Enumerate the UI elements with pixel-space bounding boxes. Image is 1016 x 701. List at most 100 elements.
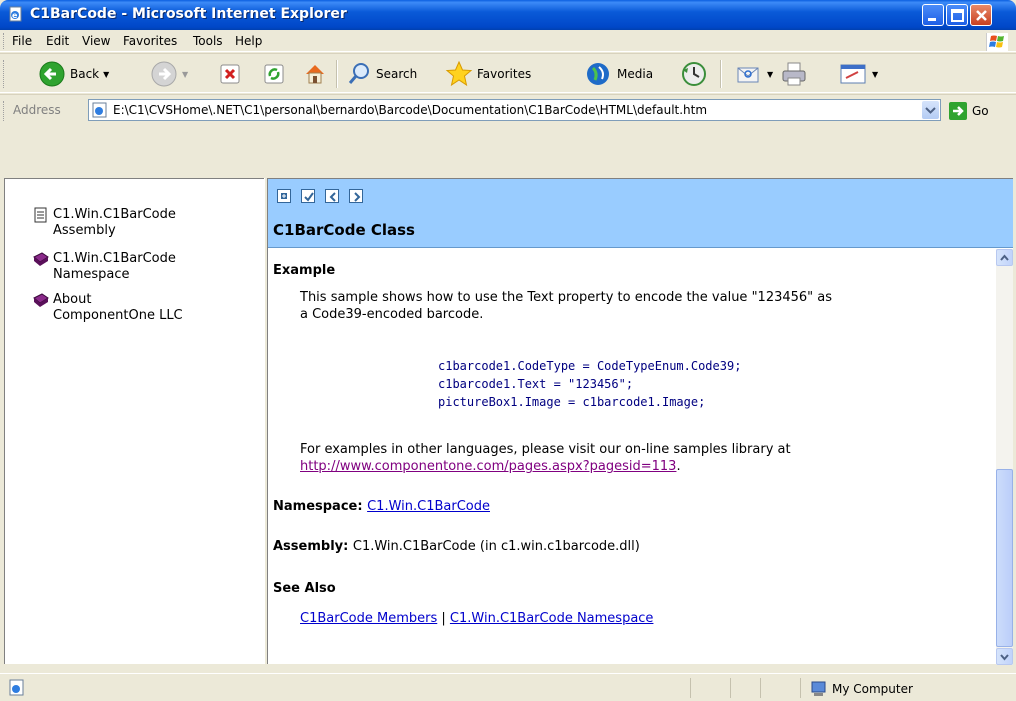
address-bar: Address E:\C1\CVSHome\.NET\C1\personal\b…: [0, 94, 1016, 124]
edit-button[interactable]: ▼: [838, 58, 878, 90]
search-label: Search: [376, 67, 418, 81]
go-arrow-icon: [949, 102, 967, 120]
book-icon: [33, 293, 49, 307]
print-button[interactable]: [780, 58, 808, 90]
book-icon: [33, 252, 49, 266]
status-cell: [730, 678, 760, 698]
members-link[interactable]: C1BarCode Members: [300, 611, 437, 626]
menu-help[interactable]: Help: [235, 34, 262, 48]
next-topic-icon[interactable]: [349, 189, 363, 203]
doc-header-toolbar: [277, 189, 363, 203]
windows-logo-icon: [986, 33, 1008, 51]
menu-favorites[interactable]: Favorites: [123, 34, 177, 48]
refresh-icon: [264, 64, 284, 84]
minimize-button[interactable]: [922, 4, 944, 26]
forward-button[interactable]: ▼: [150, 58, 188, 90]
window-title: C1BarCode - Microsoft Internet Explorer: [30, 6, 347, 22]
minimize-icon: [928, 18, 936, 21]
namespace-link[interactable]: C1.Win.C1BarCode: [367, 499, 490, 514]
close-icon: [976, 10, 987, 21]
example-text-line: This sample shows how to use the Text pr…: [300, 290, 833, 305]
edit-dropdown-icon[interactable]: ▼: [872, 70, 878, 79]
edit-page-icon: [840, 64, 866, 84]
menu-view[interactable]: View: [82, 34, 110, 48]
code-line: pictureBox1.Image = c1barcode1.Image;: [438, 395, 706, 409]
go-button[interactable]: Go: [948, 101, 989, 121]
example-heading: Example: [273, 263, 336, 278]
scroll-up-button[interactable]: [996, 249, 1013, 266]
vertical-scrollbar[interactable]: [996, 249, 1013, 665]
collapse-all-icon[interactable]: [277, 189, 291, 203]
search-icon: [348, 63, 369, 84]
standard-toolbar: Back ▼ ▼ Search Favorites Media ▼ ▼: [0, 53, 1016, 93]
maximize-button[interactable]: [946, 4, 968, 26]
back-button[interactable]: Back ▼: [38, 58, 109, 90]
my-computer-icon: [811, 681, 826, 696]
doc-body: Example This sample shows how to use the…: [268, 249, 986, 665]
address-label: Address: [13, 103, 61, 117]
toc-label: ComponentOne LLC: [53, 308, 183, 323]
previous-topic-icon[interactable]: [325, 189, 339, 203]
menu-grip: [3, 33, 6, 49]
mail-icon: [737, 67, 759, 83]
page-title: C1BarCode Class: [273, 221, 415, 239]
refresh-button[interactable]: [262, 58, 286, 90]
example-text: This sample shows how to use the Text pr…: [300, 289, 980, 323]
stop-button[interactable]: [218, 58, 242, 90]
address-grip: [3, 101, 6, 121]
period: .: [676, 459, 681, 474]
code-line: c1barcode1.Text = "123456";: [438, 377, 634, 391]
address-dropdown-button[interactable]: [922, 101, 939, 119]
toc-label: Assembly: [53, 223, 116, 238]
scroll-down-button[interactable]: [996, 648, 1013, 665]
chevron-down-icon: [925, 107, 936, 114]
mail-button[interactable]: ▼: [735, 58, 773, 90]
assembly-value: C1.Win.C1BarCode (in c1.win.c1barcode.dl…: [352, 539, 640, 554]
code-line: c1barcode1.CodeType = CodeTypeEnum.Code3…: [438, 359, 742, 373]
toc-label: C1.Win.C1BarCode: [53, 207, 176, 222]
close-button[interactable]: [970, 4, 992, 26]
example-text-line: a Code39-encoded barcode.: [300, 307, 484, 322]
ie-page-icon: [92, 102, 107, 118]
toc-pane: C1.Win.C1BarCode Assembly C1.Win.C1BarCod…: [4, 178, 264, 664]
back-arrow-icon: [39, 61, 65, 87]
see-also-heading: See Also: [273, 581, 336, 596]
samples-library-link[interactable]: http://www.componentone.com/pages.aspx?p…: [300, 459, 676, 474]
more-examples-line: For examples in other languages, please …: [300, 442, 791, 457]
status-cell: [690, 678, 730, 698]
media-button[interactable]: Media: [585, 58, 653, 90]
toolbar-grip: [3, 60, 6, 88]
toc-item-assembly[interactable]: C1.Win.C1BarCode Assembly: [33, 207, 176, 239]
more-examples-text: For examples in other languages, please …: [300, 441, 980, 475]
toolbar-separator: [336, 60, 338, 88]
maximize-icon: [951, 9, 964, 22]
back-dropdown-icon[interactable]: ▼: [103, 70, 109, 79]
scroll-thumb[interactable]: [996, 469, 1013, 647]
namespace-label: Namespace:: [273, 499, 363, 514]
history-button[interactable]: [680, 58, 708, 90]
toc-item-about[interactable]: About ComponentOne LLC: [33, 292, 183, 324]
menu-file[interactable]: File: [12, 34, 32, 48]
favorites-button[interactable]: Favorites: [445, 58, 531, 90]
toc-item-namespace[interactable]: C1.Win.C1BarCode Namespace: [33, 251, 176, 283]
content-pane: C1BarCode Class Example This sample show…: [268, 178, 1013, 665]
printer-icon: [782, 62, 806, 86]
toc-label: C1.Win.C1BarCode: [53, 251, 176, 266]
code-sample: c1barcode1.CodeType = CodeTypeEnum.Code3…: [438, 357, 741, 411]
mail-dropdown-icon[interactable]: ▼: [767, 70, 773, 79]
menu-edit[interactable]: Edit: [46, 34, 69, 48]
namespace-link-see-also[interactable]: C1.Win.C1BarCode Namespace: [450, 611, 654, 626]
media-label: Media: [617, 67, 654, 81]
assembly-label: Assembly:: [273, 539, 349, 554]
search-button[interactable]: Search: [346, 58, 417, 90]
home-button[interactable]: [302, 58, 328, 90]
menu-tools[interactable]: Tools: [193, 34, 223, 48]
assembly-row: Assembly: C1.Win.C1BarCode (in c1.win.c1…: [273, 539, 640, 554]
forward-dropdown-icon[interactable]: ▼: [182, 70, 188, 79]
language-filter-icon[interactable]: [301, 189, 315, 203]
status-cell: [760, 678, 800, 698]
history-icon: [682, 62, 706, 86]
favorites-label: Favorites: [477, 67, 532, 81]
svg-text:e: e: [12, 11, 18, 20]
address-input[interactable]: E:\C1\CVSHome\.NET\C1\personal\bernardo\…: [88, 99, 941, 121]
